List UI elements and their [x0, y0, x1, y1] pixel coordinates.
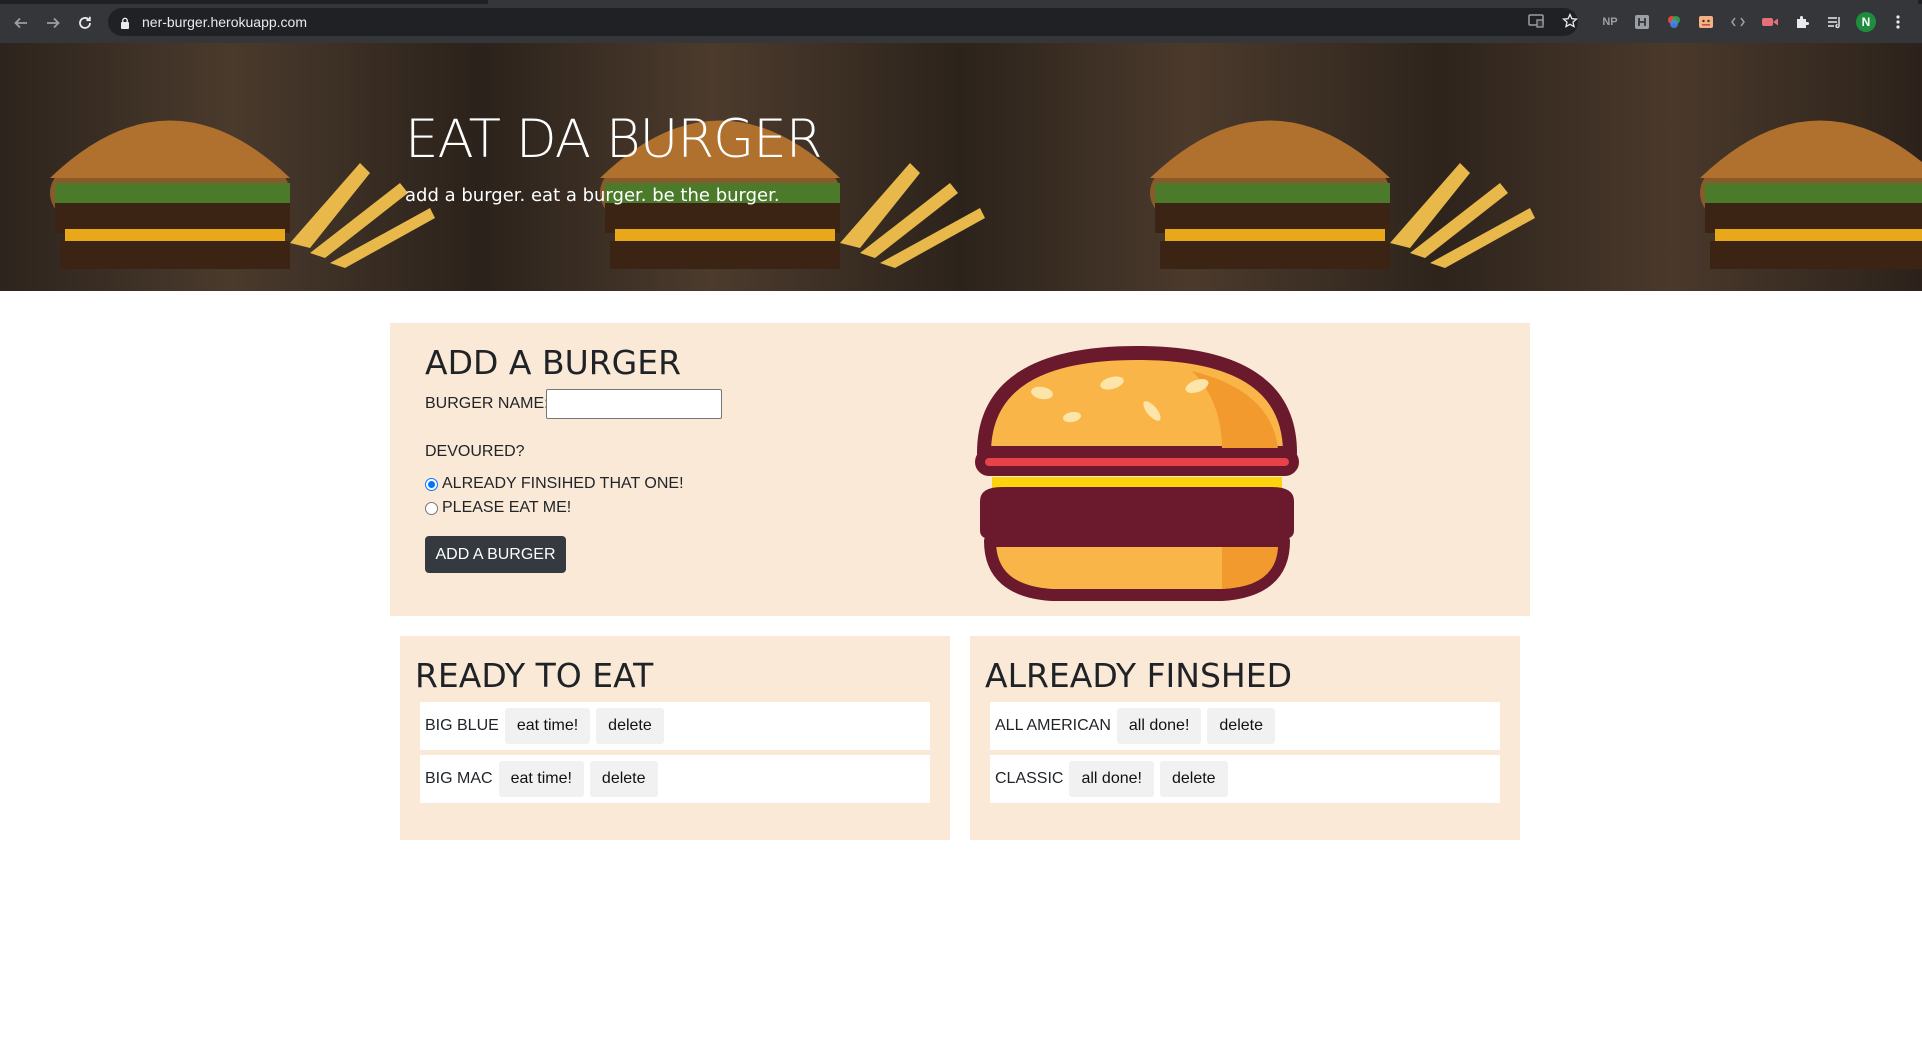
delete-button[interactable]: delete	[589, 761, 658, 797]
add-burger-button[interactable]: ADD A BURGER	[425, 536, 566, 573]
radio-finished[interactable]	[425, 477, 438, 491]
burger-name: ALL AMERICAN	[995, 717, 1111, 734]
profile-avatar[interactable]: N	[1856, 12, 1876, 32]
burger-name-input[interactable]	[546, 389, 722, 419]
extension-video-icon[interactable]	[1760, 12, 1780, 32]
extension-color-icon[interactable]	[1664, 12, 1684, 32]
reload-icon[interactable]	[74, 12, 96, 34]
add-burger-panel: ADD A BURGER BURGER NAME: DEVOURED? ALRE…	[390, 323, 1530, 616]
extension-h-icon[interactable]	[1632, 12, 1652, 32]
done-button[interactable]: all done!	[1069, 761, 1154, 797]
ready-heading: READY TO EAT	[415, 656, 654, 695]
burger-name-label: BURGER NAME:	[425, 395, 549, 412]
eat-button[interactable]: eat time!	[504, 708, 591, 744]
list-item: BIG BLUE eat time! delete	[420, 702, 930, 750]
extension-code-icon[interactable]	[1728, 12, 1748, 32]
browser-toolbar: ner-burger.herokuapp.com NP N	[0, 0, 1922, 43]
extension-face-icon[interactable]	[1696, 12, 1716, 32]
delete-button[interactable]: delete	[1159, 761, 1228, 797]
list-item: BIG MAC eat time! delete	[420, 755, 930, 803]
done-button[interactable]: all done!	[1116, 708, 1202, 744]
lock-icon	[120, 16, 130, 34]
eat-button[interactable]: eat time!	[498, 761, 584, 797]
already-finished-panel: ALREADY FINSHED ALL AMERICAN all done! d…	[970, 636, 1520, 840]
radio-eat-me[interactable]	[425, 501, 438, 515]
ready-to-eat-panel: READY TO EAT BIG BLUE eat time! delete B…	[400, 636, 950, 840]
hero-banner: EAT DA BURGER add a burger. eat a burger…	[0, 43, 1922, 291]
burger-name: BIG BLUE	[425, 717, 499, 734]
forward-icon[interactable]	[42, 12, 64, 34]
tab-strip	[0, 0, 1922, 4]
radio-option-eat-me[interactable]: PLEASE EAT ME!	[425, 499, 571, 517]
radio-eat-me-label: PLEASE EAT ME!	[442, 499, 572, 516]
hero-tagline: add a burger. eat a burger. be the burge…	[405, 185, 780, 206]
hero-title: EAT DA BURGER	[405, 109, 823, 170]
add-burger-heading: ADD A BURGER	[425, 343, 682, 382]
address-bar[interactable]: ner-burger.herokuapp.com	[108, 8, 1578, 36]
devoured-label: DEVOURED?	[425, 443, 525, 460]
url-text: ner-burger.herokuapp.com	[142, 14, 307, 30]
burger-photo-image	[1150, 120, 1535, 269]
burger-photo-image	[1700, 120, 1922, 269]
list-item: ALL AMERICAN all done! delete	[990, 702, 1500, 750]
delete-button[interactable]: delete	[1207, 708, 1275, 744]
bookmark-star-icon[interactable]	[1561, 12, 1579, 34]
radio-option-finished[interactable]: ALREADY FINSIHED THAT ONE!	[425, 475, 684, 493]
finished-heading: ALREADY FINSHED	[985, 656, 1292, 695]
burger-name: BIG MAC	[425, 770, 493, 787]
menu-kebab-icon[interactable]	[1888, 12, 1908, 32]
extension-np-icon[interactable]: NP	[1600, 12, 1620, 32]
burger-name: CLASSIC	[995, 770, 1064, 787]
extensions-puzzle-icon[interactable]	[1792, 12, 1812, 32]
burger-illustration-icon	[975, 346, 1299, 601]
back-icon[interactable]	[10, 12, 32, 34]
reading-list-icon[interactable]	[1824, 12, 1844, 32]
radio-finished-label: ALREADY FINSIHED THAT ONE!	[442, 475, 684, 492]
cast-icon[interactable]	[1528, 14, 1544, 33]
list-item: CLASSIC all done! delete	[990, 755, 1500, 803]
delete-button[interactable]: delete	[596, 708, 664, 744]
